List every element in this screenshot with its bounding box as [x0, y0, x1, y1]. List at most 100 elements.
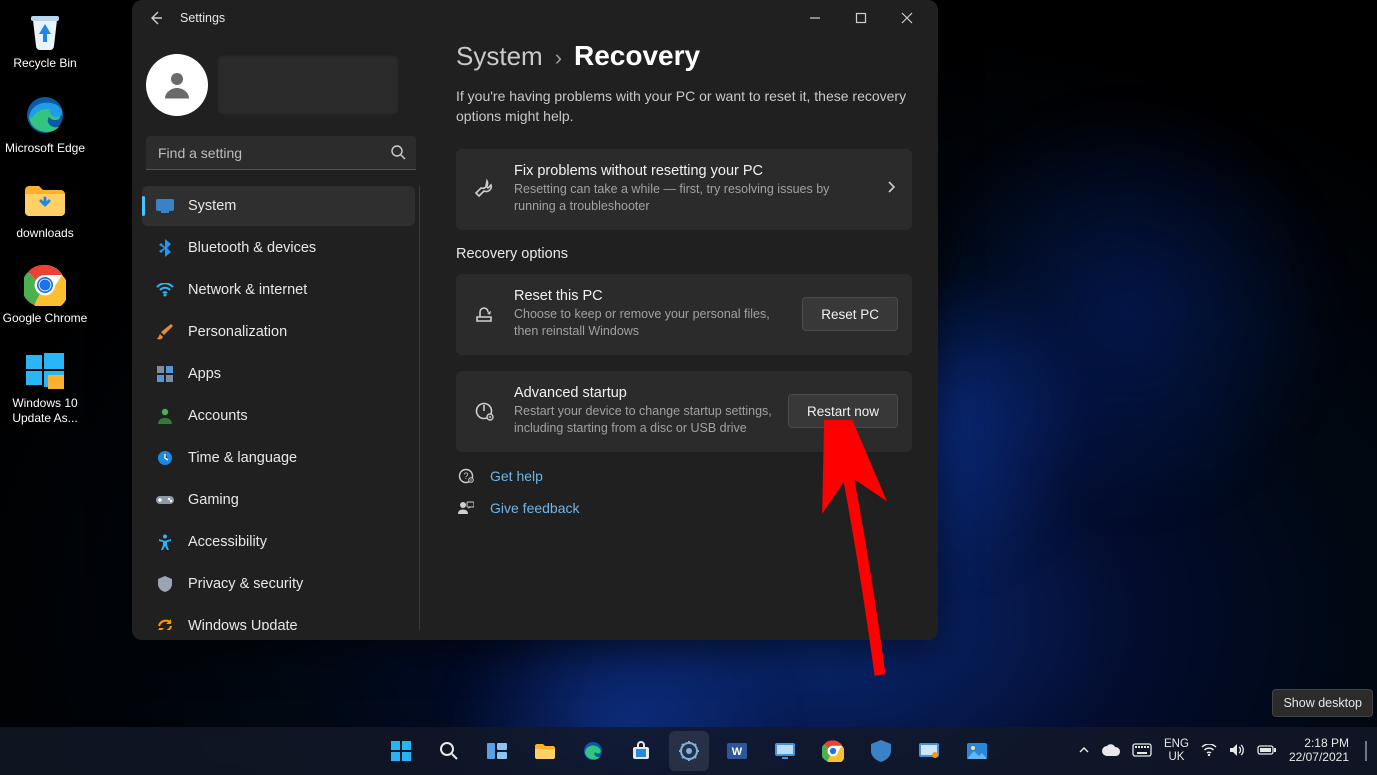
edge-icon — [23, 93, 67, 137]
desktop-icon-downloads[interactable]: downloads — [2, 178, 88, 241]
person-small-icon — [156, 407, 174, 425]
nav-label: Time & language — [188, 450, 297, 466]
word-button[interactable]: W — [717, 731, 757, 771]
edge-button[interactable] — [573, 731, 613, 771]
search-icon — [390, 144, 406, 165]
nav-label: Privacy & security — [188, 576, 303, 592]
titlebar: Settings — [132, 0, 938, 36]
close-icon — [901, 12, 913, 24]
chrome-button[interactable] — [813, 731, 853, 771]
clock-time: 2:18 PM — [1289, 737, 1349, 751]
card-advanced-startup: Advanced startup Restart your device to … — [456, 371, 912, 452]
clock[interactable]: 2:18 PM 22/07/2021 — [1289, 737, 1349, 765]
search-button[interactable] — [429, 731, 469, 771]
close-button[interactable] — [884, 1, 930, 35]
nav-item-apps[interactable]: Apps — [142, 354, 415, 394]
sidebar: System Bluetooth & devices Network & int… — [132, 36, 430, 640]
snipping-button[interactable] — [909, 731, 949, 771]
nav-list: System Bluetooth & devices Network & int… — [142, 186, 420, 630]
settings-window: Settings S — [132, 0, 938, 640]
nav-item-gaming[interactable]: Gaming — [142, 480, 415, 520]
tray-chevron-up-icon[interactable] — [1078, 744, 1090, 759]
taskbar-center: W — [381, 731, 997, 771]
lang-bottom: UK — [1164, 751, 1189, 764]
minimize-button[interactable] — [792, 1, 838, 35]
profile-block[interactable] — [142, 46, 420, 130]
battery-tray-icon[interactable] — [1257, 744, 1277, 759]
task-view-button[interactable] — [477, 731, 517, 771]
card-title: Advanced startup — [514, 385, 772, 401]
nav-item-accessibility[interactable]: Accessibility — [142, 522, 415, 562]
back-button[interactable] — [146, 8, 166, 28]
search-input[interactable] — [146, 136, 416, 170]
nav-item-personalization[interactable]: Personalization — [142, 312, 415, 352]
recycle-bin-icon — [23, 8, 67, 52]
nav-item-system[interactable]: System — [142, 186, 415, 226]
card-title: Fix problems without resetting your PC — [514, 163, 868, 179]
gear-icon — [678, 740, 700, 762]
nav-item-time-language[interactable]: Time & language — [142, 438, 415, 478]
taskbar: W ENG UK 2:18 PM 22/07/2021 — [0, 727, 1377, 775]
person-icon — [159, 67, 195, 103]
get-help-link[interactable]: Get help — [490, 468, 543, 484]
breadcrumb: System › Recovery — [456, 40, 912, 72]
lang-top: ENG — [1164, 738, 1189, 751]
wifi-icon — [156, 281, 174, 299]
taskview-icon — [486, 742, 508, 760]
keyboard-icon[interactable] — [1132, 743, 1152, 760]
settings-button[interactable] — [669, 731, 709, 771]
monitor-icon — [774, 742, 796, 760]
photos-button[interactable] — [957, 731, 997, 771]
desktop-icon-recycle-bin[interactable]: Recycle Bin — [2, 8, 88, 71]
onedrive-icon[interactable] — [1102, 744, 1120, 759]
desktop-icon-label: Recycle Bin — [2, 56, 88, 71]
store-icon — [631, 741, 651, 761]
brush-icon — [156, 323, 174, 341]
maximize-button[interactable] — [838, 1, 884, 35]
file-explorer-button[interactable] — [525, 731, 565, 771]
restart-now-button[interactable]: Restart now — [788, 394, 898, 428]
nav-label: Accessibility — [188, 534, 267, 550]
start-button[interactable] — [381, 731, 421, 771]
help-icon: ? — [456, 468, 476, 484]
windows-update-icon — [23, 348, 67, 392]
volume-tray-icon[interactable] — [1229, 743, 1245, 760]
snip-icon — [918, 742, 940, 760]
nav-item-network[interactable]: Network & internet — [142, 270, 415, 310]
store-button[interactable] — [621, 731, 661, 771]
wrench-icon — [470, 178, 498, 200]
nav-label: Personalization — [188, 324, 287, 340]
folder-icon — [23, 178, 67, 222]
nav-item-accounts[interactable]: Accounts — [142, 396, 415, 436]
chevron-right-icon — [884, 180, 898, 199]
window-title: Settings — [180, 11, 225, 25]
give-feedback-link[interactable]: Give feedback — [490, 500, 580, 516]
security-button[interactable] — [861, 731, 901, 771]
nav-item-privacy[interactable]: Privacy & security — [142, 564, 415, 604]
language-indicator[interactable]: ENG UK — [1164, 738, 1189, 763]
edge-icon — [582, 740, 604, 762]
svg-text:W: W — [731, 746, 742, 758]
reset-pc-button[interactable]: Reset PC — [802, 297, 898, 331]
nav-item-windows-update[interactable]: Windows Update — [142, 606, 415, 630]
folder-icon — [534, 742, 556, 760]
feedback-icon — [456, 500, 476, 516]
screenshot-tool-button[interactable] — [765, 731, 805, 771]
nav-item-bluetooth[interactable]: Bluetooth & devices — [142, 228, 415, 268]
sync-icon — [156, 617, 174, 630]
search-icon — [439, 741, 459, 761]
show-desktop-button[interactable] — [1365, 741, 1367, 761]
desktop-icon-chrome[interactable]: Google Chrome — [2, 263, 88, 326]
gaming-icon — [156, 491, 174, 509]
desktop-icon-edge[interactable]: Microsoft Edge — [2, 93, 88, 156]
breadcrumb-parent[interactable]: System — [456, 41, 543, 72]
arrow-left-icon — [148, 10, 164, 26]
search-box[interactable] — [146, 136, 416, 170]
card-fix-problems[interactable]: Fix problems without resetting your PC R… — [456, 149, 912, 230]
nav-label: Network & internet — [188, 282, 307, 298]
minimize-icon — [809, 12, 821, 24]
accessibility-icon — [156, 533, 174, 551]
clock-icon — [156, 449, 174, 467]
wifi-tray-icon[interactable] — [1201, 744, 1217, 759]
desktop-icon-win10-update[interactable]: Windows 10 Update As... — [2, 348, 88, 426]
